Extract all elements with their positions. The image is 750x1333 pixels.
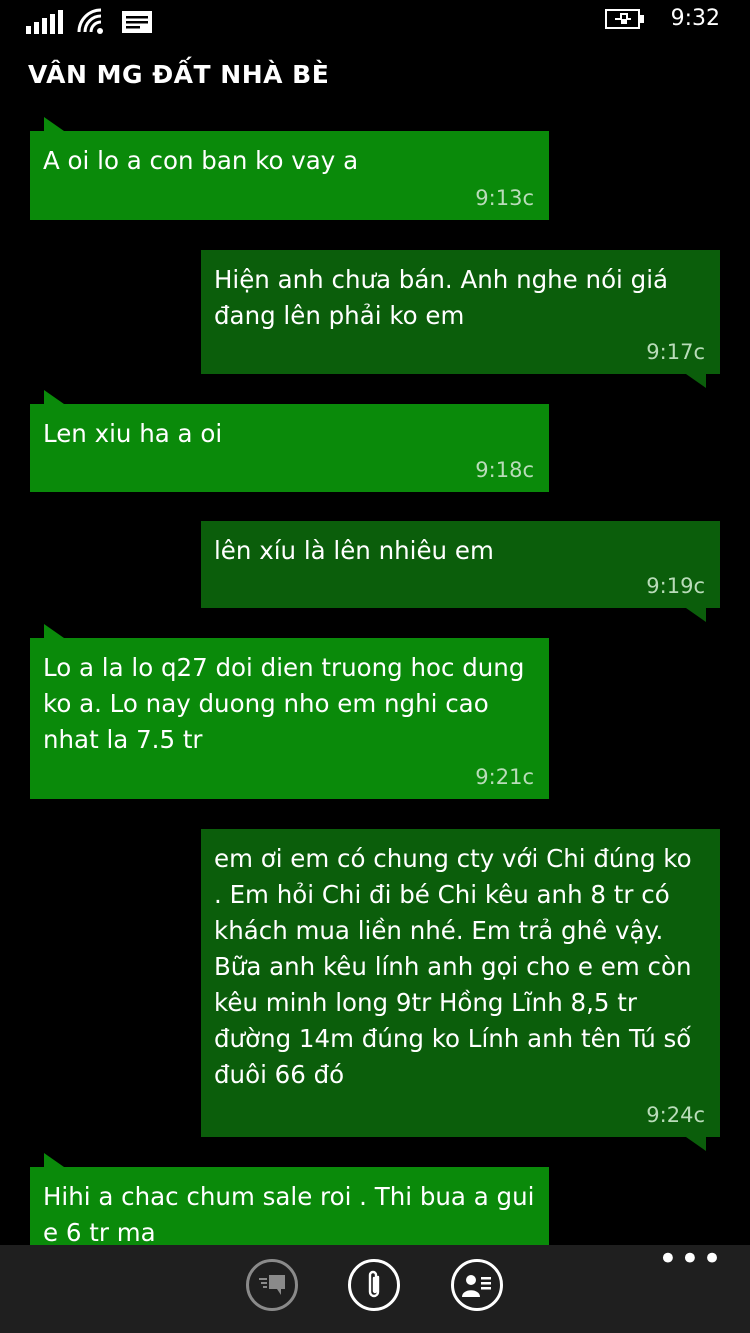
message-bubble[interactable]: A oi lo a con ban ko vay a 9:13c: [30, 117, 549, 220]
send-button[interactable]: [246, 1259, 298, 1311]
message-time: 9:19c: [646, 574, 705, 598]
message-time: 9:13c: [475, 186, 534, 210]
message-text: Hiện anh chưa bán. Anh nghe nói giá đang…: [214, 265, 669, 330]
message-bubble[interactable]: Hiện anh chưa bán. Anh nghe nói giá đang…: [201, 250, 720, 388]
message-text: A oi lo a con ban ko vay a: [43, 146, 359, 175]
message-time: 9:21c: [475, 765, 534, 789]
message-text: lên xíu là lên nhiêu em: [214, 536, 494, 565]
message-bubble[interactable]: Hihi a chac chum sale roi . Thi bua a gu…: [30, 1153, 549, 1245]
message-time: 9:17c: [646, 340, 705, 364]
app-bar: •••: [0, 1242, 750, 1333]
message-bubble[interactable]: em ơi em có chung cty với Chi đúng ko . …: [201, 829, 720, 1151]
paperclip-icon: [368, 1270, 380, 1298]
message-time: 9:18c: [475, 458, 534, 482]
message-bubble[interactable]: Len xiu ha a oi 9:18c: [30, 390, 549, 492]
message-bubble[interactable]: lên xíu là lên nhiêu em 9:19c: [201, 521, 720, 622]
message-thread[interactable]: A oi lo a con ban ko vay a 9:13c Hiện an…: [0, 0, 750, 1245]
message-text: Lo a la lo q27 doi dien truong hoc dung …: [43, 653, 525, 754]
message-time: 9:24c: [646, 1103, 705, 1127]
message-text: em ơi em có chung cty với Chi đúng ko . …: [214, 844, 692, 1089]
attach-button[interactable]: [348, 1259, 400, 1311]
message-bubble[interactable]: Lo a la lo q27 doi dien truong hoc dung …: [30, 624, 549, 799]
send-message-icon: [259, 1275, 285, 1295]
message-text: Len xiu ha a oi: [43, 419, 223, 448]
contact-card-icon: [462, 1275, 491, 1297]
message-text: Hihi a chac chum sale roi . Thi bua a gu…: [43, 1182, 535, 1245]
contact-card-button[interactable]: [451, 1259, 503, 1311]
more-options-button[interactable]: •••: [658, 1242, 724, 1276]
